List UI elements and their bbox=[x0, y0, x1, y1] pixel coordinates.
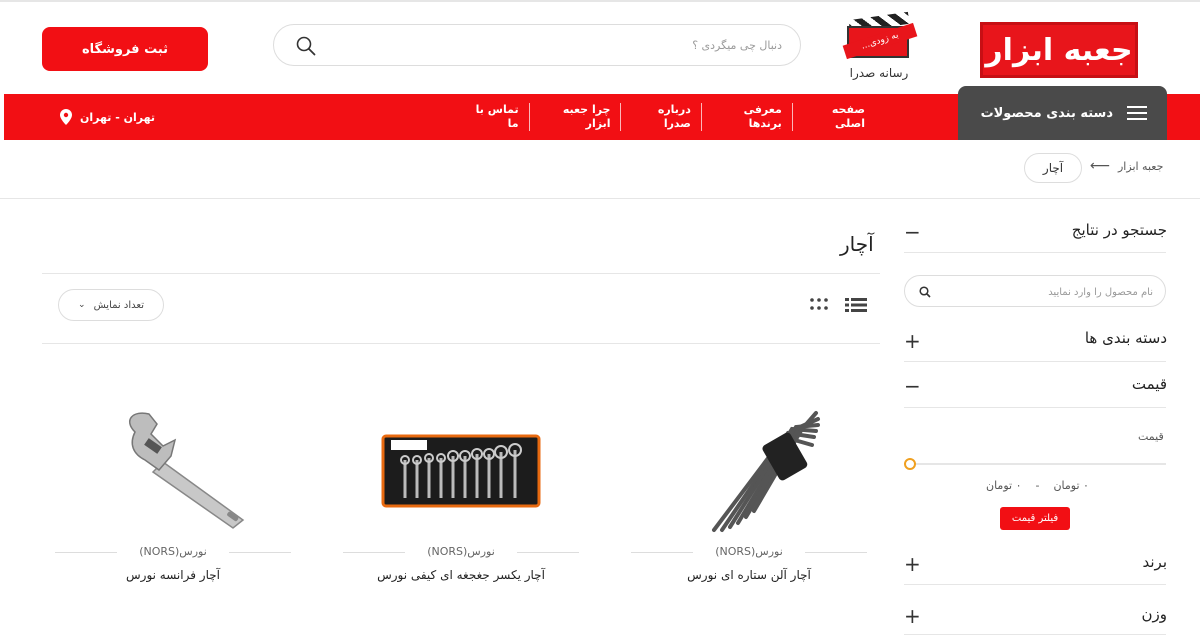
category-menu-label: دسته بندی محصولات bbox=[980, 105, 1113, 121]
list-view-icon[interactable] bbox=[845, 298, 867, 312]
product-brand: نورس(NORS) bbox=[343, 545, 579, 558]
media-link[interactable]: به زودی... رسانه صدرا bbox=[834, 11, 924, 84]
media-caption: رسانه صدرا bbox=[849, 66, 909, 80]
search-icon[interactable] bbox=[296, 36, 316, 56]
top-border bbox=[0, 0, 1200, 2]
sidebar-divider bbox=[904, 634, 1166, 635]
expand-icon[interactable]: + bbox=[904, 606, 921, 626]
nav-link-brands[interactable]: معرفی برندها bbox=[700, 103, 792, 131]
category-menu-button[interactable]: دسته بندی محصولات bbox=[958, 86, 1167, 140]
sidebar-search-box bbox=[904, 275, 1166, 307]
sidebar-divider bbox=[904, 361, 1166, 362]
search-icon[interactable] bbox=[919, 286, 931, 298]
product-card[interactable]: نورس(NORS) آچار فرانسه نورس bbox=[55, 395, 291, 582]
sidebar-divider bbox=[904, 584, 1166, 585]
location-pin-icon bbox=[60, 109, 72, 125]
price-range: ۰ تومان - ۰ تومان bbox=[986, 479, 1089, 492]
toolbar-divider bbox=[42, 343, 880, 344]
breadcrumb-current: آچار bbox=[1024, 153, 1082, 183]
sidebar-divider bbox=[904, 252, 1166, 253]
grid-view-icon[interactable] bbox=[810, 298, 828, 310]
product-image[interactable] bbox=[55, 395, 291, 545]
register-store-button[interactable]: ثبت فروشگاه bbox=[42, 27, 208, 71]
sidebar-search-input[interactable] bbox=[953, 283, 1153, 301]
search-input[interactable] bbox=[342, 34, 782, 56]
wrench-set-image bbox=[381, 434, 541, 508]
price-slider-track[interactable] bbox=[910, 463, 1166, 465]
page-title: آچار bbox=[840, 232, 874, 256]
logo-text: جعبه ابزار bbox=[985, 32, 1133, 68]
adjustable-wrench-image bbox=[129, 412, 245, 529]
price-separator: - bbox=[1035, 479, 1040, 492]
product-image[interactable] bbox=[343, 395, 579, 545]
search-box bbox=[273, 24, 801, 66]
sidebar-divider bbox=[904, 407, 1166, 408]
price-max: ۰ تومان bbox=[986, 479, 1022, 492]
location-text: تهران - تهران bbox=[80, 110, 156, 124]
clapperboard-icon: به زودی... bbox=[839, 11, 919, 60]
sidebar-weight-title[interactable]: وزن bbox=[1141, 605, 1167, 623]
hamburger-icon bbox=[1127, 106, 1147, 120]
sidebar-price-title[interactable]: قیمت bbox=[1132, 375, 1167, 393]
nav-link-contact[interactable]: تماس با ما bbox=[455, 103, 529, 131]
price-min: ۰ تومان bbox=[1053, 479, 1089, 492]
allen-key-set-image bbox=[712, 411, 820, 532]
nav-link-why[interactable]: چرا جعبه ابزار bbox=[528, 103, 621, 131]
product-name[interactable]: آچار یکسر جغجغه ای کیفی نورس bbox=[343, 568, 579, 582]
product-card[interactable]: نورس(NORS) آچار آلن ستاره ای نورس bbox=[631, 395, 867, 582]
nav-links: صفحه اصلی معرفی برندها درباره صدرا چرا ج… bbox=[455, 94, 875, 140]
collapse-icon[interactable]: − bbox=[904, 222, 921, 242]
sidebar-categories-title[interactable]: دسته بندی ها bbox=[1085, 329, 1167, 347]
sidebar-brand-title[interactable]: برند bbox=[1143, 553, 1168, 571]
expand-icon[interactable]: + bbox=[904, 554, 921, 574]
product-name[interactable]: آچار آلن ستاره ای نورس bbox=[631, 568, 867, 582]
price-label: قیمت bbox=[1138, 430, 1164, 443]
breadcrumb-home[interactable]: جعبه ابزار bbox=[1118, 160, 1163, 173]
display-count-label: تعداد نمایش bbox=[93, 299, 144, 311]
collapse-icon[interactable]: − bbox=[904, 376, 921, 396]
site-logo[interactable]: جعبه ابزار bbox=[980, 22, 1138, 78]
expand-icon[interactable]: + bbox=[904, 331, 921, 351]
price-slider-handle[interactable] bbox=[904, 458, 916, 470]
title-divider bbox=[42, 273, 880, 274]
nav-link-home[interactable]: صفحه اصلی bbox=[791, 103, 875, 131]
sidebar-search-title: جستجو در نتایج bbox=[1071, 221, 1167, 239]
product-brand: نورس(NORS) bbox=[631, 545, 867, 558]
display-count-select[interactable]: تعداد نمایش ⌄ bbox=[58, 289, 164, 321]
product-name[interactable]: آچار فرانسه نورس bbox=[55, 568, 291, 582]
product-brand: نورس(NORS) bbox=[55, 545, 291, 558]
product-card[interactable]: نورس(NORS) آچار یکسر جغجغه ای کیفی نورس bbox=[343, 395, 579, 582]
breadcrumb-divider bbox=[0, 198, 1200, 199]
arrow-left-icon: ⟵ bbox=[1090, 158, 1111, 174]
product-image[interactable] bbox=[631, 395, 867, 545]
price-filter-button[interactable]: فیلتر قیمت bbox=[1000, 507, 1070, 530]
nav-link-about[interactable]: درباره صدرا bbox=[620, 103, 700, 131]
chevron-down-icon: ⌄ bbox=[78, 300, 86, 310]
location-selector[interactable]: تهران - تهران bbox=[60, 106, 155, 128]
